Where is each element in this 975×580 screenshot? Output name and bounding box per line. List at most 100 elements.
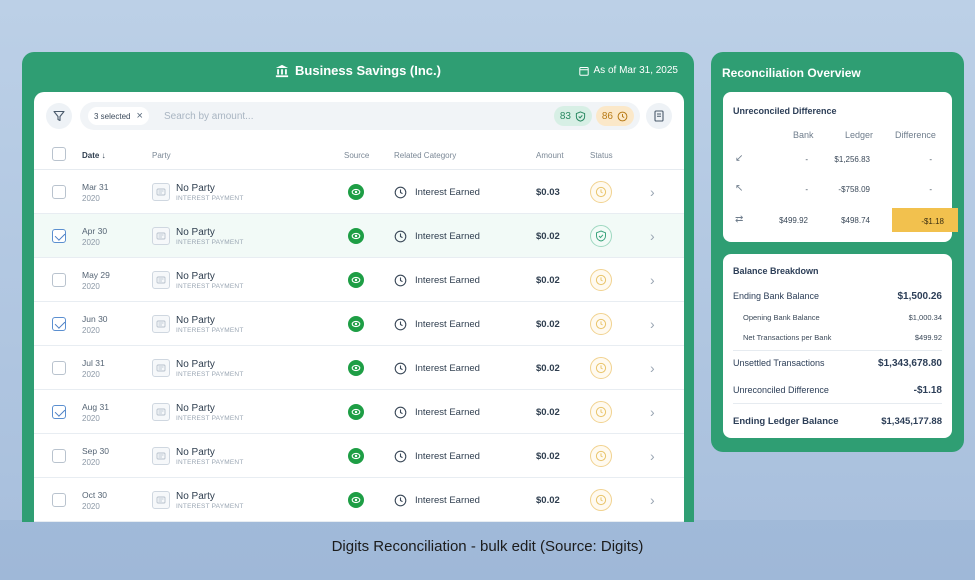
clock-icon xyxy=(595,274,607,286)
table-row[interactable]: Mar 31 2020 No Party INTEREST PAYMENT Intere… xyxy=(34,170,684,214)
table-row[interactable]: Sep 30 2020 No Party INTEREST PAYMENT Intere… xyxy=(34,434,684,478)
row-party[interactable]: No Party INTEREST PAYMENT xyxy=(152,170,244,214)
select-all-checkbox[interactable] xyxy=(52,147,66,163)
row-status[interactable] xyxy=(590,214,612,258)
chevron-right-icon[interactable]: › xyxy=(650,448,655,464)
row-party[interactable]: No Party INTEREST PAYMENT xyxy=(152,214,244,258)
row-category[interactable]: Interest Earned xyxy=(394,346,480,390)
row-party[interactable]: No Party INTEREST PAYMENT xyxy=(152,258,244,302)
party-name: No Party xyxy=(176,446,215,458)
row-open[interactable]: › xyxy=(650,390,655,434)
row-category[interactable]: Interest Earned xyxy=(394,390,480,434)
row-checkbox[interactable] xyxy=(52,390,66,434)
table-row[interactable]: Apr 30 2020 No Party INTEREST PAYMENT Intere… xyxy=(34,214,684,258)
row-checkbox[interactable] xyxy=(52,302,66,346)
row-source xyxy=(344,214,364,258)
row-checkbox[interactable] xyxy=(52,170,66,214)
row-category[interactable]: Interest Earned xyxy=(394,170,480,214)
clear-selection-icon[interactable]: × xyxy=(136,110,142,122)
row-checkbox[interactable] xyxy=(52,434,66,478)
status-indicator[interactable] xyxy=(590,269,612,291)
row-open[interactable]: › xyxy=(650,302,655,346)
chevron-right-icon[interactable]: › xyxy=(650,404,655,420)
table-row[interactable]: Aug 31 2020 No Party INTEREST PAYMENT Intere… xyxy=(34,390,684,434)
category-label: Interest Earned xyxy=(415,230,480,242)
filter-button[interactable] xyxy=(46,103,72,129)
row-status[interactable] xyxy=(590,258,612,302)
difference-highlight: -$1.18 xyxy=(892,208,958,232)
row-open[interactable]: › xyxy=(650,258,655,302)
column-category[interactable]: Related Category xyxy=(394,151,456,160)
column-amount[interactable]: Amount xyxy=(536,151,564,160)
bank-source-icon xyxy=(348,404,364,420)
status-indicator[interactable] xyxy=(590,357,612,379)
category-clock-icon xyxy=(394,494,407,506)
date-month-day: Apr 30 xyxy=(82,225,108,236)
chevron-right-icon[interactable]: › xyxy=(650,492,655,508)
status-indicator[interactable] xyxy=(590,313,612,335)
toolbar: 3 selected × 83 86 xyxy=(34,92,684,138)
row-category[interactable]: Interest Earned xyxy=(394,302,480,346)
table-row[interactable]: Jul 31 2020 No Party INTEREST PAYMENT Intere… xyxy=(34,346,684,390)
row-party[interactable]: No Party INTEREST PAYMENT xyxy=(152,434,244,478)
unreconciled-label: Unreconciled Difference xyxy=(733,385,829,395)
category-label: Interest Earned xyxy=(415,362,480,374)
reconciled-count: 83 xyxy=(559,110,571,122)
row-category[interactable]: Interest Earned xyxy=(394,478,480,522)
column-date[interactable]: Date ↓ xyxy=(82,151,106,160)
row-party[interactable]: No Party INTEREST PAYMENT xyxy=(152,302,244,346)
row-party[interactable]: No Party INTEREST PAYMENT xyxy=(152,346,244,390)
row-open[interactable]: › xyxy=(650,170,655,214)
arrow-down-left-icon: ↙ xyxy=(735,153,744,164)
status-indicator[interactable] xyxy=(590,445,612,467)
status-indicator[interactable] xyxy=(590,181,612,203)
column-status[interactable]: Status xyxy=(590,151,613,160)
chevron-right-icon[interactable]: › xyxy=(650,272,655,288)
row-status[interactable] xyxy=(590,302,612,346)
row-category[interactable]: Interest Earned xyxy=(394,214,480,258)
table-row[interactable]: Oct 30 2020 No Party INTEREST PAYMENT Intere… xyxy=(34,478,684,522)
row-checkbox[interactable] xyxy=(52,346,66,390)
row-difference: - xyxy=(929,185,932,194)
row-status[interactable] xyxy=(590,434,612,478)
row-open[interactable]: › xyxy=(650,214,655,258)
row-open[interactable]: › xyxy=(650,346,655,390)
unreconciled-row: ⇄ $499.92 $498.74 -$1.18 xyxy=(723,207,958,235)
clock-icon xyxy=(595,362,607,374)
column-party[interactable]: Party xyxy=(152,151,171,160)
chevron-right-icon[interactable]: › xyxy=(650,228,655,244)
row-source xyxy=(344,390,364,434)
bank-source-icon xyxy=(348,272,364,288)
pending-count-badge[interactable]: 86 xyxy=(595,106,634,126)
row-status[interactable] xyxy=(590,170,612,214)
row-status[interactable] xyxy=(590,390,612,434)
reconciled-count-badge[interactable]: 83 xyxy=(553,106,592,126)
row-checkbox[interactable] xyxy=(52,258,66,302)
table-row[interactable]: May 29 2020 No Party INTEREST PAYMENT Intere… xyxy=(34,258,684,302)
row-open[interactable]: › xyxy=(650,434,655,478)
row-party[interactable]: No Party INTEREST PAYMENT xyxy=(152,390,244,434)
search-input[interactable] xyxy=(164,107,414,125)
row-checkbox[interactable] xyxy=(52,214,66,258)
status-indicator[interactable] xyxy=(590,401,612,423)
table-row[interactable]: Jun 30 2020 No Party INTEREST PAYMENT Intere… xyxy=(34,302,684,346)
party-name: No Party xyxy=(176,402,215,414)
chevron-right-icon[interactable]: › xyxy=(650,360,655,376)
bank-source-icon xyxy=(348,448,364,464)
status-indicator[interactable] xyxy=(590,489,612,511)
chevron-right-icon[interactable]: › xyxy=(650,316,655,332)
status-indicator[interactable] xyxy=(590,225,612,247)
column-source[interactable]: Source xyxy=(344,151,369,160)
row-status[interactable] xyxy=(590,478,612,522)
row-party[interactable]: No Party INTEREST PAYMENT xyxy=(152,478,244,522)
row-checkbox[interactable] xyxy=(52,478,66,522)
export-button[interactable] xyxy=(646,103,672,129)
chevron-right-icon[interactable]: › xyxy=(650,184,655,200)
row-status[interactable] xyxy=(590,346,612,390)
row-category[interactable]: Interest Earned xyxy=(394,434,480,478)
row-category[interactable]: Interest Earned xyxy=(394,258,480,302)
row-bank: - xyxy=(805,155,808,164)
category-clock-icon xyxy=(394,186,407,198)
party-subtitle: INTEREST PAYMENT xyxy=(176,326,244,334)
row-open[interactable]: › xyxy=(650,478,655,522)
